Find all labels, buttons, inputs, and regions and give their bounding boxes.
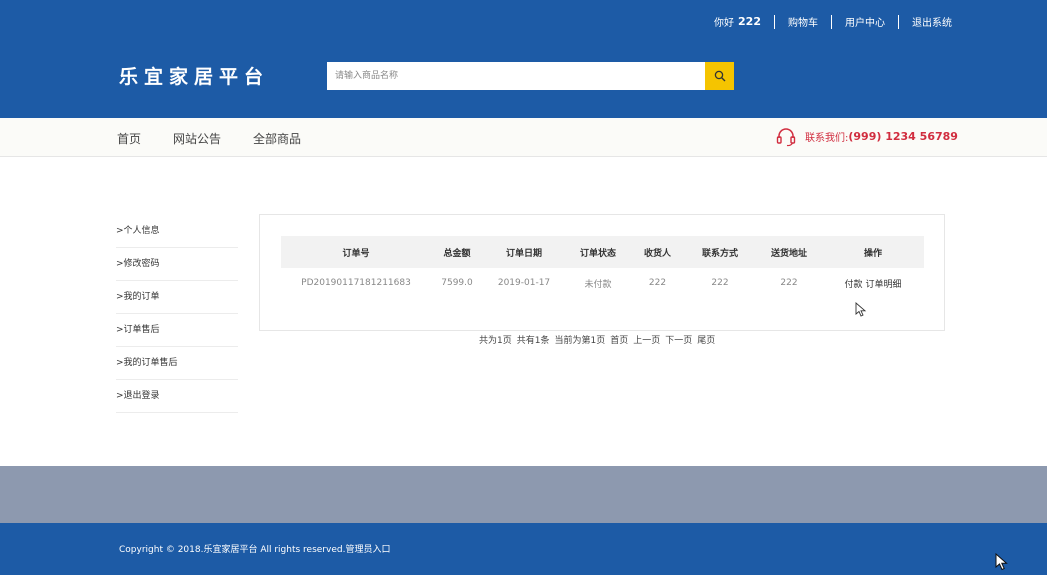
- nav-item-announcements[interactable]: 网站公告: [173, 130, 221, 147]
- cart-link[interactable]: 购物车: [788, 14, 818, 29]
- greeting-text: 你好: [714, 18, 735, 29]
- current-page-text: 当前为第1页: [554, 336, 606, 346]
- order-table: 订单号 总金额 订单日期 订单状态 收货人 联系方式 送货地址 操作 PD201…: [281, 236, 924, 298]
- phone-cell: 222: [711, 278, 729, 288]
- column-header: 操作: [822, 236, 924, 268]
- sidebar-item-change-password[interactable]: >修改密码: [116, 248, 238, 281]
- sidebar-item-my-orders[interactable]: >我的订单: [116, 281, 238, 314]
- address-cell: 222: [780, 278, 798, 288]
- divider: [898, 14, 899, 29]
- column-header: 订单日期: [483, 236, 565, 268]
- arrow-cursor-icon: [995, 553, 1008, 571]
- sidebar-item-profile[interactable]: >个人信息: [116, 215, 238, 248]
- sidebar-item-logout[interactable]: >退出登录: [116, 380, 238, 413]
- username-text: 222: [738, 15, 761, 28]
- column-header: 送货地址: [756, 236, 822, 268]
- sidebar-item-after-sales[interactable]: >订单售后: [116, 314, 238, 347]
- next-page-link[interactable]: 下一页: [665, 333, 692, 346]
- gray-band: [0, 466, 1047, 523]
- pagination: 共为1页 共有1条 当前为第1页 首页 上一页 下一页 尾页: [479, 333, 715, 346]
- table-header-row: 订单号 总金额 订单日期 订单状态 收货人 联系方式 送货地址 操作: [281, 236, 924, 268]
- contact-phone: (999) 1234 56789: [848, 129, 958, 143]
- table-row: PD20190117181211683 7599.0 2019-01-17 未付…: [281, 268, 924, 298]
- user-center-link[interactable]: 用户中心: [845, 14, 885, 29]
- column-header: 收货人: [631, 236, 684, 268]
- total-cell: 7599.0: [441, 278, 473, 288]
- last-page-link[interactable]: 尾页: [697, 333, 715, 346]
- nav-item-all-products[interactable]: 全部商品: [253, 130, 301, 147]
- contact-label: 联系我们:: [805, 132, 849, 144]
- column-header: 订单状态: [565, 236, 631, 268]
- footer: Copyright © 2018.乐宜家居平台 All rights reser…: [0, 523, 1047, 575]
- order-detail-link[interactable]: 订单明细: [865, 280, 901, 290]
- top-links: 你好 222 购物车 用户中心 退出系统: [714, 14, 952, 29]
- column-header: 总金额: [431, 236, 483, 268]
- sidebar: >个人信息 >修改密码 >我的订单 >订单售后 >我的订单售后 >退出登录: [116, 215, 238, 413]
- column-header: 联系方式: [684, 236, 756, 268]
- total-pages-text: 共为1页: [479, 336, 512, 346]
- search-input[interactable]: [327, 62, 705, 90]
- top-bar: 你好 222 购物车 用户中心 退出系统: [0, 0, 1047, 40]
- search-icon: [714, 70, 725, 82]
- prev-page-link[interactable]: 上一页: [633, 333, 660, 346]
- site-logo[interactable]: 乐宜家居平台: [119, 62, 269, 89]
- pointer-cursor-icon: [855, 302, 867, 317]
- divider: [831, 14, 832, 29]
- column-header: 订单号: [281, 236, 431, 268]
- copyright-text[interactable]: Copyright © 2018.乐宜家居平台 All rights reser…: [119, 542, 390, 555]
- date-cell: 2019-01-17: [497, 278, 551, 288]
- action-cell: 付款 订单明细: [822, 268, 924, 298]
- logout-link[interactable]: 退出系统: [912, 14, 952, 29]
- divider: [774, 14, 775, 29]
- headset-icon: [776, 128, 796, 147]
- pay-link[interactable]: 付款: [845, 280, 863, 290]
- order-number-cell: PD20190117181211683: [301, 278, 411, 288]
- first-page-link[interactable]: 首页: [610, 333, 628, 346]
- receiver-cell: 222: [648, 278, 667, 288]
- contact-info: 联系我们: (999) 1234 56789: [775, 125, 958, 147]
- total-items-text: 共有1条: [516, 336, 550, 346]
- search-button[interactable]: [705, 62, 734, 90]
- header: 乐宜家居平台: [0, 40, 1047, 118]
- status-cell: 未付款: [584, 279, 612, 290]
- sidebar-item-my-after-sales[interactable]: >我的订单售后: [116, 347, 238, 380]
- nav-item-home[interactable]: 首页: [117, 130, 141, 147]
- nav-bar: 首页 网站公告 全部商品 联系我们: (999) 1234 56789: [0, 118, 1047, 157]
